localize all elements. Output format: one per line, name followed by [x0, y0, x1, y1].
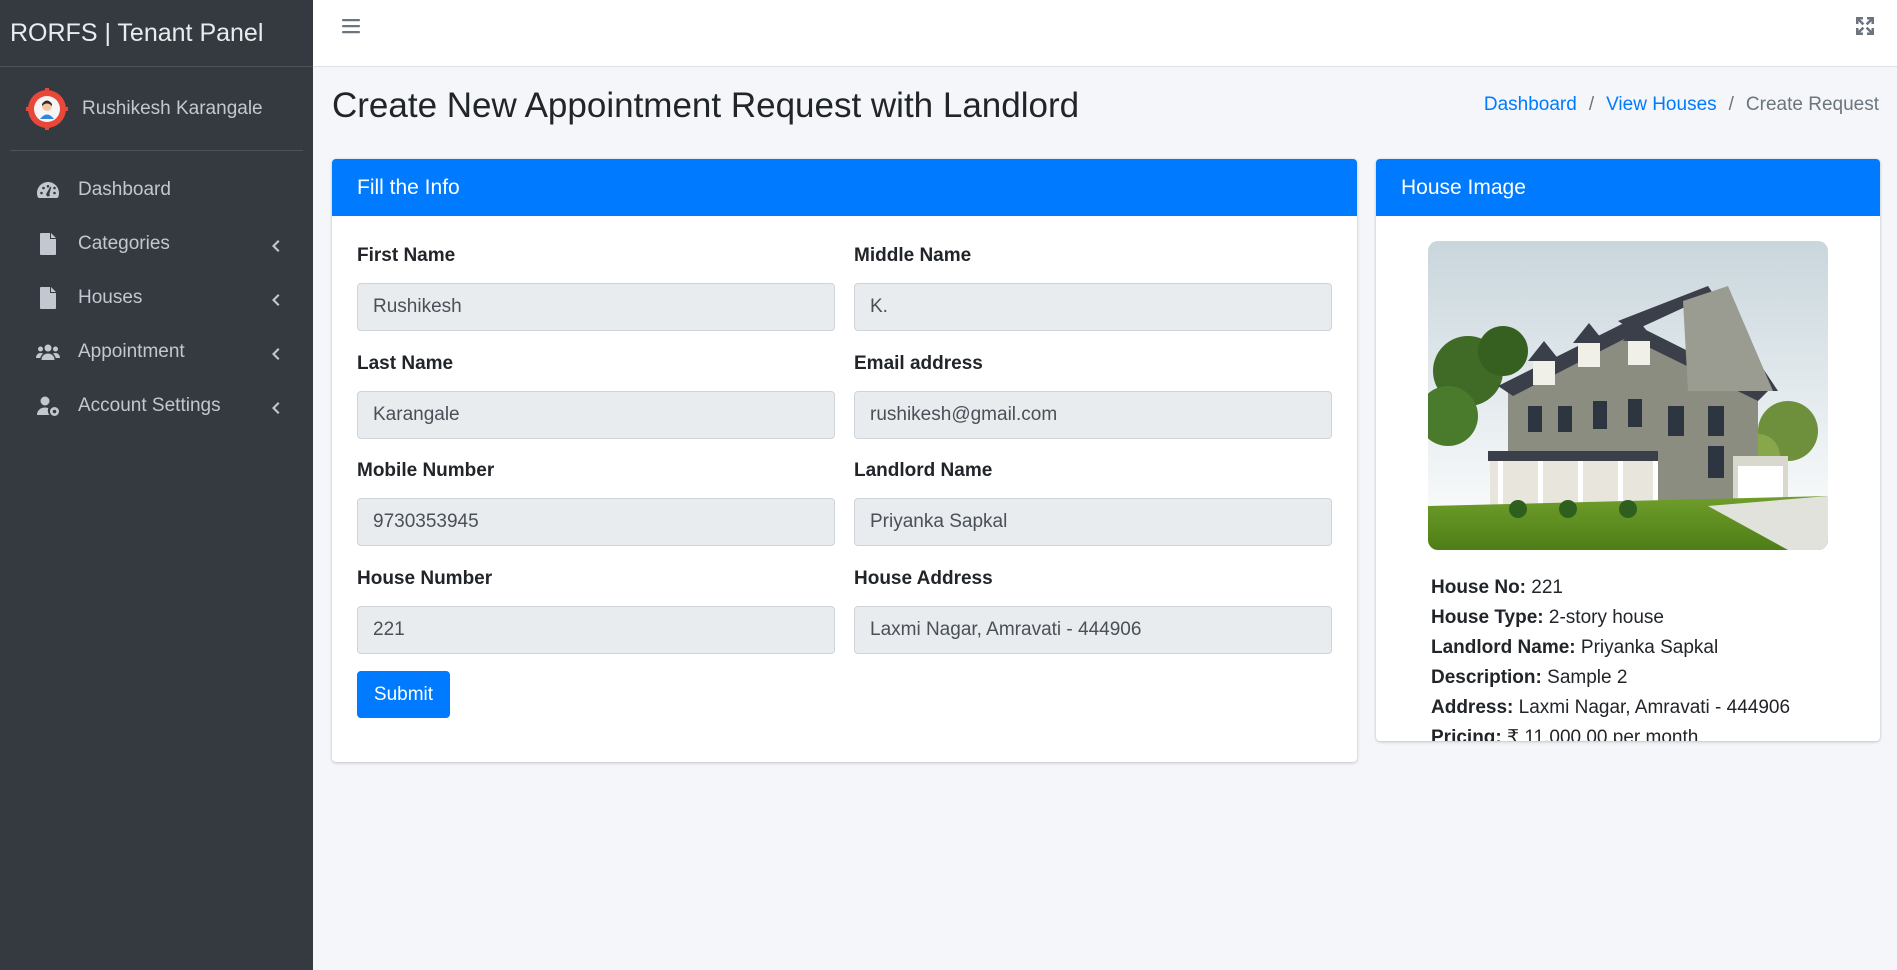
users-icon — [34, 340, 62, 364]
user-name: Rushikesh Karangale — [82, 97, 263, 119]
house-number-group: House Number 221 — [357, 568, 835, 654]
landlord-value: Priyanka Sapkal — [1580, 637, 1719, 658]
first-name-label: First Name — [357, 245, 456, 266]
landlord-name-group: Landlord Name Priyanka Sapkal — [854, 460, 1332, 546]
pricing-row: Pricing: ₹ 11,000.00 per month — [1431, 723, 1790, 741]
breadcrumb-separator: / — [1728, 94, 1734, 115]
sidebar-nav: Dashboard Categories Houses Appointment — [0, 163, 313, 433]
chevron-left-icon — [269, 345, 281, 360]
mobile-number-input[interactable]: 9730353945 — [357, 498, 835, 546]
file-icon — [34, 286, 62, 310]
middle-name-input[interactable]: K. — [854, 283, 1332, 331]
description-row: Description: Sample 2 — [1431, 663, 1790, 693]
sidebar-item-appointment[interactable]: Appointment — [10, 325, 303, 379]
house-details: House No: 221 House Type: 2-story house … — [1431, 573, 1790, 741]
mobile-number-label: Mobile Number — [357, 460, 495, 481]
house-address-label: House Address — [854, 568, 993, 589]
sidebar-item-label: Dashboard — [78, 179, 171, 200]
appointment-form-card: Fill the Info First Name Rushikesh Middl… — [332, 159, 1357, 762]
last-name-group: Last Name Karangale — [357, 353, 835, 439]
landlord-label: Landlord Name: — [1431, 637, 1576, 658]
breadcrumb-separator: / — [1588, 94, 1595, 115]
first-name-input[interactable]: Rushikesh — [357, 283, 835, 331]
house-photo — [1428, 241, 1828, 550]
chevron-left-icon — [269, 237, 281, 252]
house-type-value: 2-story house — [1548, 607, 1665, 628]
house-number-input[interactable]: 221 — [357, 606, 835, 654]
house-image-card: House Image House No: 221 House Type: 2-… — [1376, 159, 1880, 741]
sidebar-item-houses[interactable]: Houses — [10, 271, 303, 325]
house-number-label: House Number — [357, 568, 493, 589]
form-card-header: Fill the Info — [332, 159, 1357, 216]
pricing-label: Pricing: — [1431, 727, 1502, 741]
description-value: Sample 2 — [1547, 667, 1628, 688]
house-address-input[interactable]: Laxmi Nagar, Amravati - 444906 — [854, 606, 1332, 654]
sidebar-item-categories[interactable]: Categories — [10, 217, 303, 271]
address-label: Address: — [1431, 697, 1514, 718]
house-no-label: House No: — [1431, 577, 1526, 598]
tachometer-icon — [34, 178, 62, 202]
email-input[interactable]: rushikesh@gmail.com — [854, 391, 1332, 439]
breadcrumb-current: Create Request — [1745, 94, 1879, 115]
sidebar-item-label: Appointment — [78, 341, 185, 362]
last-name-input[interactable]: Karangale — [357, 391, 835, 439]
email-label: Email address — [854, 353, 983, 374]
file-icon — [34, 232, 62, 256]
sidebar: RORFS | Tenant Panel Rushikesh Karangale… — [0, 0, 313, 970]
breadcrumb-dashboard-link[interactable]: Dashboard — [1484, 94, 1577, 116]
address-value: Laxmi Nagar, Amravati - 444906 — [1518, 697, 1791, 718]
sidebar-item-label: Categories — [78, 233, 170, 254]
last-name-label: Last Name — [357, 353, 454, 374]
landlord-name-label: Landlord Name — [854, 460, 993, 481]
chevron-left-icon — [269, 399, 281, 414]
house-type-label: House Type: — [1431, 607, 1544, 628]
sidebar-item-label: Houses — [78, 287, 143, 308]
email-group: Email address rushikesh@gmail.com — [854, 353, 1332, 439]
user-cog-icon — [34, 394, 62, 418]
submit-button[interactable]: Submit — [357, 671, 450, 718]
mobile-number-group: Mobile Number 9730353945 — [357, 460, 835, 546]
avatar — [26, 87, 68, 130]
top-navbar — [313, 0, 1897, 67]
landlord-name-input[interactable]: Priyanka Sapkal — [854, 498, 1332, 546]
chevron-left-icon — [269, 291, 281, 306]
house-no-row: House No: 221 — [1431, 573, 1790, 603]
hamburger-menu-icon[interactable] — [341, 16, 365, 38]
pricing-value: ₹ 11,000.00 per month — [1507, 727, 1699, 741]
sidebar-item-dashboard[interactable]: Dashboard — [10, 163, 303, 217]
house-card-header: House Image — [1376, 159, 1880, 216]
first-name-group: First Name Rushikesh — [357, 245, 835, 331]
breadcrumb-view-houses-link[interactable]: View Houses — [1606, 94, 1717, 116]
brand-link[interactable]: RORFS | Tenant Panel — [0, 0, 313, 67]
breadcrumb: Dashboard / View Houses / Create Request — [1484, 94, 1879, 116]
fullscreen-expand-icon[interactable] — [1855, 16, 1877, 38]
middle-name-group: Middle Name K. — [854, 245, 1332, 331]
house-type-row: House Type: 2-story house — [1431, 603, 1790, 633]
landlord-name-row: Landlord Name: Priyanka Sapkal — [1431, 633, 1790, 663]
house-address-group: House Address Laxmi Nagar, Amravati - 44… — [854, 568, 1332, 654]
address-row: Address: Laxmi Nagar, Amravati - 444906 — [1431, 693, 1790, 723]
sidebar-item-label: Account Settings — [78, 395, 221, 416]
page-title: Create New Appointment Request with Land… — [332, 86, 1080, 125]
house-no-value: 221 — [1531, 577, 1563, 598]
description-label: Description: — [1431, 667, 1542, 688]
user-panel[interactable]: Rushikesh Karangale — [10, 67, 303, 151]
sidebar-item-account-settings[interactable]: Account Settings — [10, 379, 303, 433]
middle-name-label: Middle Name — [854, 245, 972, 266]
